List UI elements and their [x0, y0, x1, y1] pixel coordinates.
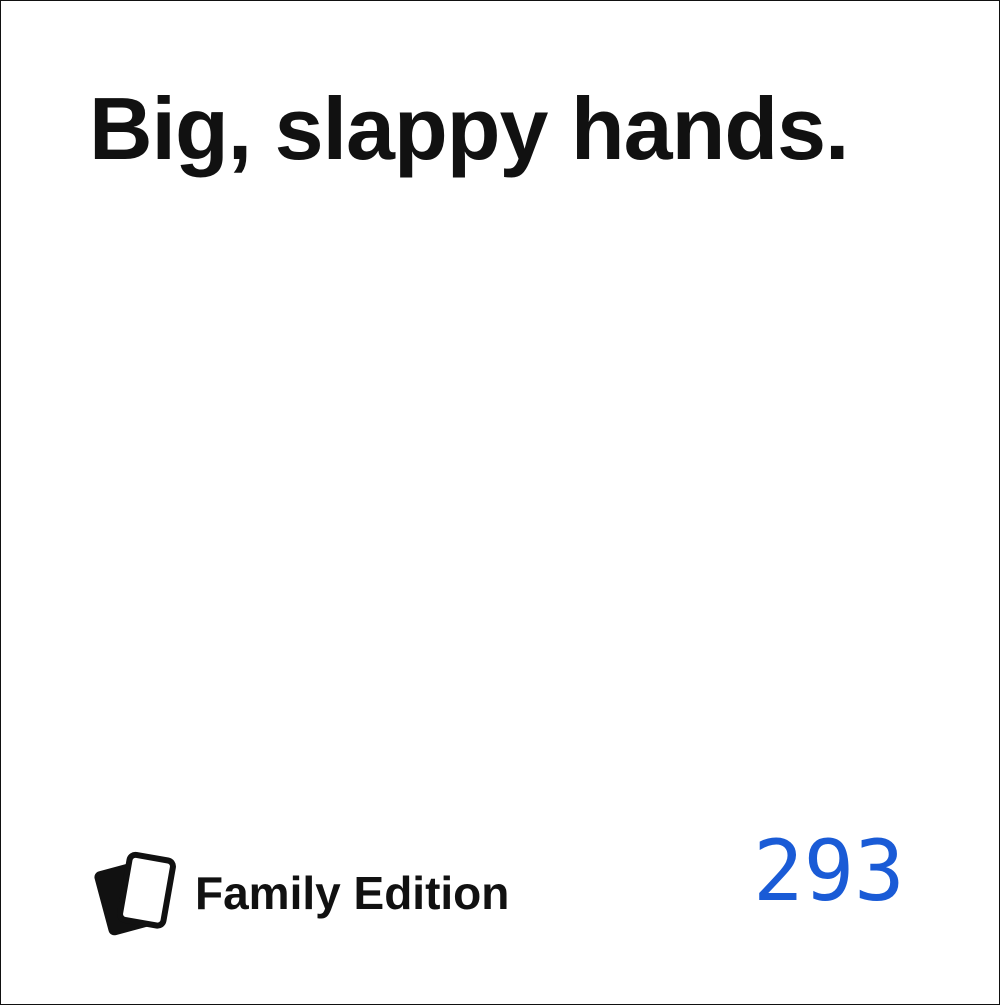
edition-label: Family Edition	[195, 867, 510, 919]
stacked-cards-icon	[94, 851, 176, 936]
white-card: Big, slappy hands. Family Edition 293	[0, 0, 1000, 1005]
card-text: Big, slappy hands.	[89, 79, 849, 178]
card-number: 293	[753, 822, 905, 920]
